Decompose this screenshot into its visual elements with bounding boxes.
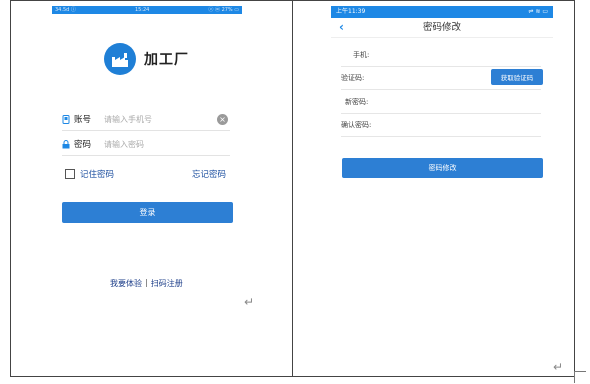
login-button[interactable]: 登录 xyxy=(62,202,233,223)
nav-divider xyxy=(331,37,553,38)
back-arrow-icon[interactable]: ‹ xyxy=(339,20,344,34)
status-bar: 34.5d ⓘ 15:24 ⓥ ⓦ 27% ▭ xyxy=(52,6,242,14)
change-password-button[interactable]: 密码修改 xyxy=(342,158,543,178)
phone-icon xyxy=(62,114,70,124)
status-right-text: ⇌ ≋ ▭ xyxy=(528,8,548,15)
nav-bar: ‹ 密码修改 xyxy=(331,18,553,38)
factory-logo-icon xyxy=(104,43,136,75)
phone-field[interactable]: 手机: xyxy=(341,44,541,67)
code-label: 验证码: xyxy=(341,74,365,82)
paragraph-return-icon: ↵ xyxy=(244,295,255,309)
status-bar: 上午11:39 ⇌ ≋ ▭ xyxy=(331,6,553,18)
forgot-password-link[interactable]: 忘记密码 xyxy=(192,168,226,180)
login-screen: 34.5d ⓘ 15:24 ⓥ ⓦ 27% ▭ 加工厂 账号 × 密码 xyxy=(52,6,242,298)
verification-code-field[interactable]: 验证码: 获取验证码 xyxy=(341,67,543,90)
phone-label: 手机: xyxy=(353,51,370,59)
status-right-text: ⓥ ⓦ 27% ▭ xyxy=(208,7,239,13)
page-title: 密码修改 xyxy=(422,22,461,33)
account-label: 账号 xyxy=(74,115,92,125)
remember-label: 记住密码 xyxy=(80,170,115,180)
status-time: 上午11:39 xyxy=(336,8,366,15)
new-password-field[interactable]: 新密码: xyxy=(341,91,541,114)
bottom-links: 我要体验 | 扫码注册 xyxy=(110,278,183,289)
clear-icon[interactable]: × xyxy=(217,114,228,125)
account-input[interactable] xyxy=(104,114,204,124)
new-password-label: 新密码: xyxy=(345,98,369,106)
account-field[interactable]: 账号 × xyxy=(62,108,230,131)
status-left-text: 34.5d ⓘ xyxy=(55,7,76,13)
paragraph-return-icon: ↵ xyxy=(553,360,564,374)
corner-mark xyxy=(574,371,586,383)
experience-link[interactable]: 我要体验 xyxy=(110,278,142,289)
remember-checkbox[interactable] xyxy=(65,169,75,179)
scan-register-link[interactable]: 扫码注册 xyxy=(151,278,183,289)
app-logo-row: 加工厂 xyxy=(104,43,189,75)
app-name: 加工厂 xyxy=(144,52,189,68)
password-label: 密码 xyxy=(74,140,92,150)
table-divider xyxy=(292,0,293,377)
confirm-password-label: 确认密码: xyxy=(341,121,372,129)
password-input[interactable] xyxy=(104,139,204,149)
link-separator: | xyxy=(145,278,148,287)
remember-password-row[interactable]: 记住密码 xyxy=(65,168,114,180)
password-field[interactable]: 密码 xyxy=(62,133,230,156)
get-code-button[interactable]: 获取验证码 xyxy=(491,69,543,85)
status-time: 15:24 xyxy=(134,7,150,13)
password-change-screen: 上午11:39 ⇌ ≋ ▭ ‹ 密码修改 手机: 验证码: 获取验证码 新密码:… xyxy=(331,6,553,186)
lock-icon xyxy=(62,139,70,149)
confirm-password-field[interactable]: 确认密码: xyxy=(341,114,541,137)
